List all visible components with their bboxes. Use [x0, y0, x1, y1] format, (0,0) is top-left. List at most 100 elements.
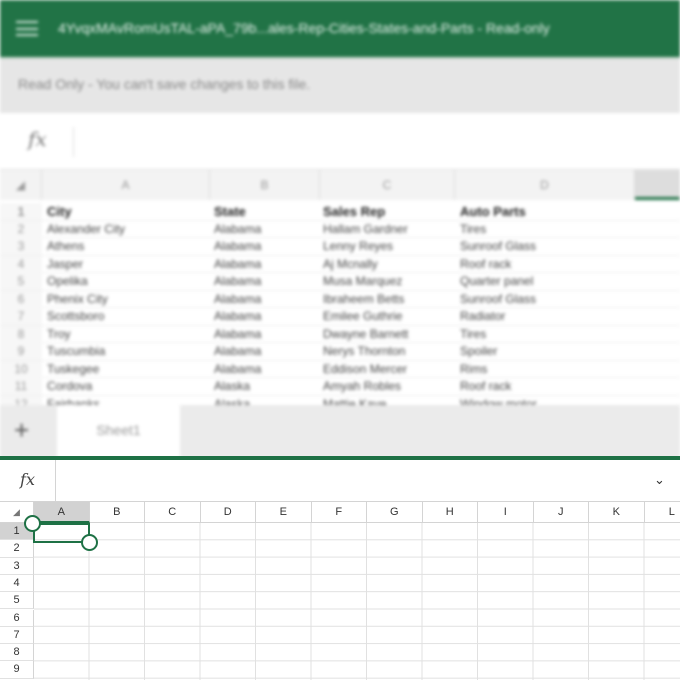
row-number[interactable]: 10	[0, 360, 42, 378]
cell-sales-rep[interactable]: Dwayne Barnett	[323, 326, 408, 343]
cell-city[interactable]: Phenix City	[47, 291, 108, 308]
cell-city[interactable]: Scottsboro	[47, 308, 104, 325]
column-header-b[interactable]: B	[210, 170, 320, 200]
cell-sales-rep[interactable]: Emilee Guthrie	[323, 308, 402, 325]
column-header-g[interactable]: G	[367, 502, 423, 523]
row-header-3[interactable]: 3	[0, 557, 34, 575]
cell-auto-parts[interactable]: Roof rack	[460, 378, 511, 395]
cell-city[interactable]: Cordova	[47, 378, 92, 395]
row-number[interactable]: 5	[0, 273, 42, 290]
column-header-c[interactable]: C	[145, 502, 201, 523]
cell-city[interactable]: Tuskegee	[47, 361, 99, 378]
row-header-8[interactable]: 8	[0, 644, 34, 662]
cell-sales-rep[interactable]: Nerys Thornton	[323, 343, 405, 360]
formula-bar[interactable]: fx	[0, 113, 680, 170]
column-header-h[interactable]: H	[422, 502, 478, 523]
table-row: 10 Tuskegee Alabama Eddison Mercer Rims	[0, 360, 680, 378]
row-number[interactable]: 1	[0, 203, 42, 220]
cell-state[interactable]: Alabama	[214, 221, 261, 238]
selection-handle-top-left[interactable]	[24, 515, 41, 532]
formula-bar[interactable]: fx ⌄	[0, 460, 680, 502]
column-header-i[interactable]: I	[478, 502, 534, 523]
column-header-f[interactable]: F	[311, 502, 367, 523]
row-number[interactable]: 3	[0, 238, 42, 255]
table-row: 7 Scottsboro Alabama Emilee Guthrie Radiator	[0, 308, 680, 326]
cell-auto-parts[interactable]: Spoiler	[460, 343, 497, 360]
cell-auto-parts[interactable]: Sunroof Glass	[460, 238, 536, 255]
column-header-c[interactable]: C	[320, 170, 455, 200]
cell-city[interactable]: Alexander City	[47, 221, 125, 238]
column-header-d[interactable]: D	[200, 502, 256, 523]
cell-state[interactable]: Alabama	[214, 291, 261, 308]
cell-state[interactable]: Alabama	[214, 256, 261, 273]
cell-city[interactable]: Opelika	[47, 273, 88, 290]
cell-auto-parts[interactable]: Auto Parts	[460, 203, 526, 220]
row-header-6[interactable]: 6	[0, 609, 34, 627]
cell-state[interactable]: Alabama	[214, 343, 261, 360]
row-header-2[interactable]: 2	[0, 540, 34, 558]
sheet-tab-sheet1[interactable]: Sheet1	[57, 405, 180, 458]
row-number[interactable]: 9	[0, 343, 42, 360]
column-header-l[interactable]: L	[644, 502, 680, 523]
fx-icon: fx	[28, 127, 74, 157]
cell-sales-rep[interactable]: Ibraheem Betts	[323, 291, 404, 308]
column-header-a[interactable]: A	[34, 502, 90, 523]
cell-sales-rep[interactable]: Hallam Gardner	[323, 221, 408, 238]
row-number[interactable]: 2	[0, 220, 42, 238]
read-only-banner: Read Only - You can't save changes to th…	[0, 57, 680, 113]
cell-city[interactable]: Tuscumbia	[47, 343, 105, 360]
cell-sales-rep[interactable]: Aj Mcnally	[323, 256, 378, 273]
row-header-7[interactable]: 7	[0, 626, 34, 645]
row-number[interactable]: 11	[0, 378, 42, 395]
cell-auto-parts[interactable]: Tires	[460, 221, 486, 238]
column-header-e[interactable]	[635, 170, 680, 200]
cell-grid[interactable]	[34, 523, 680, 680]
table-row: 4 Jasper Alabama Aj Mcnally Roof rack	[0, 255, 680, 273]
cell-city[interactable]: City	[47, 203, 72, 220]
row-number[interactable]: 7	[0, 308, 42, 325]
cell-sales-rep[interactable]: Sales Rep	[323, 203, 385, 220]
row-number[interactable]: 6	[0, 290, 42, 308]
column-header-e[interactable]: E	[256, 502, 312, 523]
cell-sales-rep[interactable]: Eddison Mercer	[323, 361, 407, 378]
row-header-5[interactable]: 5	[0, 592, 34, 610]
cell-state[interactable]: State	[214, 203, 246, 220]
row-number[interactable]: 4	[0, 255, 42, 273]
add-sheet-button[interactable]: +	[14, 415, 29, 446]
column-header-a[interactable]: A	[42, 170, 210, 200]
row-header-9[interactable]: 9	[0, 661, 34, 679]
column-header-j[interactable]: J	[533, 502, 589, 523]
row-number[interactable]: 8	[0, 325, 42, 343]
cell-state[interactable]: Alabama	[214, 273, 261, 290]
cell-auto-parts[interactable]: Roof rack	[460, 256, 511, 273]
table-row: 2 Alexander City Alabama Hallam Gardner Tire…	[0, 220, 680, 238]
table-row: 3 Athens Alabama Lenny Reyes Sunroof Glass	[0, 238, 680, 256]
cell-auto-parts[interactable]: Quarter panel	[460, 273, 533, 290]
column-header-d[interactable]: D	[455, 170, 635, 200]
column-header-b[interactable]: B	[89, 502, 145, 523]
fx-icon[interactable]: fx	[0, 460, 56, 502]
cell-state[interactable]: Alabama	[214, 238, 261, 255]
cell-sales-rep[interactable]: Amyah Robles	[323, 378, 401, 395]
cell-auto-parts[interactable]: Tires	[460, 326, 486, 343]
row-header-4[interactable]: 4	[0, 574, 34, 593]
hamburger-menu-icon[interactable]	[16, 21, 38, 36]
cell-state[interactable]: Alabama	[214, 308, 261, 325]
cell-auto-parts[interactable]: Radiator	[460, 308, 505, 325]
cell-auto-parts[interactable]: Sunroof Glass	[460, 291, 536, 308]
cell-city[interactable]: Athens	[47, 238, 84, 255]
chevron-down-icon[interactable]: ⌄	[654, 472, 665, 488]
cell-auto-parts[interactable]: Rims	[460, 361, 487, 378]
table-row: 5 Opelika Alabama Musa Marquez Quarter panel	[0, 273, 680, 291]
cell-state[interactable]: Alabama	[214, 326, 261, 343]
select-all-corner[interactable]: ◢	[0, 170, 42, 200]
table-row: 11 Cordova Alaska Amyah Robles Roof rack	[0, 378, 680, 396]
cell-city[interactable]: Troy	[47, 326, 71, 343]
cell-sales-rep[interactable]: Lenny Reyes	[323, 238, 393, 255]
column-header-k[interactable]: K	[589, 502, 645, 523]
cell-state[interactable]: Alaska	[214, 378, 250, 395]
cell-sales-rep[interactable]: Musa Marquez	[323, 273, 402, 290]
cell-city[interactable]: Jasper	[47, 256, 83, 273]
selection-handle-bottom-right[interactable]	[81, 534, 98, 551]
cell-state[interactable]: Alabama	[214, 361, 261, 378]
